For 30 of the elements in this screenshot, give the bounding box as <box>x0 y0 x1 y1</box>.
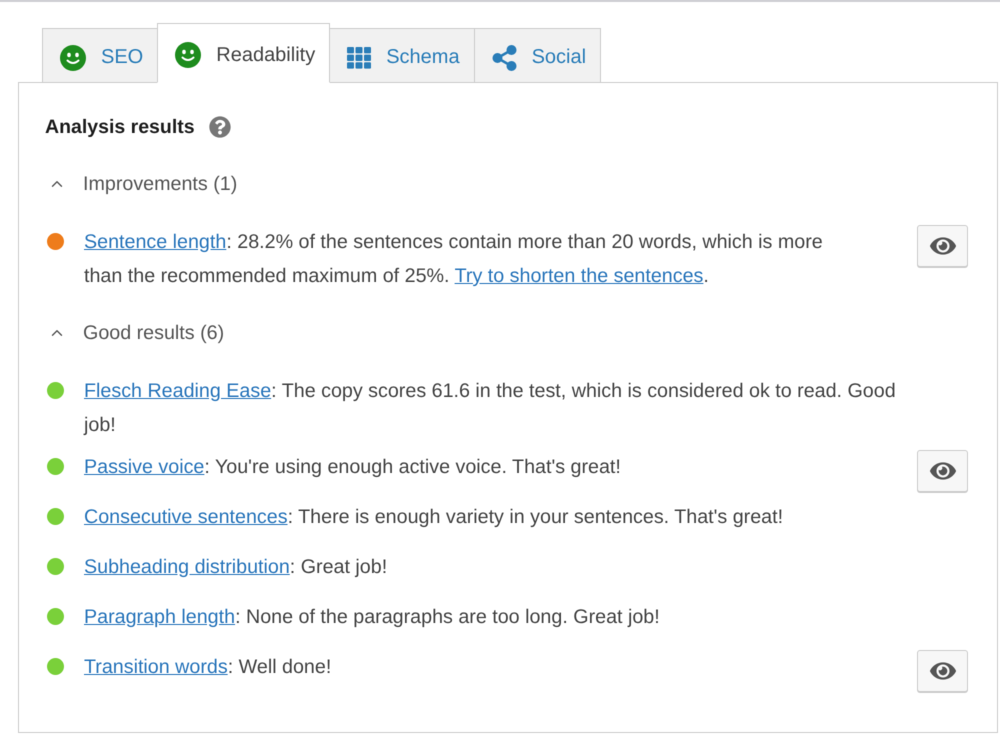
result-link[interactable]: Passive voice <box>84 456 204 478</box>
result-link[interactable]: Transition words <box>84 656 228 678</box>
tab[interactable]: Readability <box>157 23 330 83</box>
result-text: Sentence length: 28.2% of the sentences contain more than 20 words, which is more than the recommended maximum of 25%. Try to shorten the sentences. <box>84 230 824 289</box>
tab[interactable]: Schema <box>329 28 475 82</box>
eye-button[interactable] <box>917 225 968 267</box>
eye-button[interactable] <box>917 450 968 492</box>
result-link[interactable]: Sentence length <box>84 231 226 253</box>
section-toggle[interactable]: Good results (6) <box>45 316 228 350</box>
tab[interactable]: Social <box>474 28 602 82</box>
result-link[interactable]: Paragraph length <box>84 606 236 628</box>
result-text: Paragraph length: None of the paragraphs are too long. Great job! <box>84 605 660 630</box>
result-link[interactable]: Flesch Reading Ease <box>84 380 272 402</box>
result-text: Flesch Reading Ease: The copy scores 61.6 in the test, which is considered ok to read. Good job! <box>84 379 897 438</box>
smiley-icon <box>175 42 202 68</box>
result-text: Passive voice: You're using enough active voice. That's great! <box>84 455 621 480</box>
result-text: Consecutive sentences: There is enough variety in your sentences. That's great! <box>84 505 784 530</box>
panel-heading: Analysis results <box>45 115 195 140</box>
grid-icon <box>347 46 372 68</box>
help-icon[interactable] <box>208 116 231 138</box>
result-link[interactable]: Try to shorten the sentences <box>454 265 704 287</box>
result-link[interactable]: Consecutive sentences <box>84 506 288 528</box>
tab[interactable]: SEO <box>42 28 158 82</box>
smiley-icon <box>60 44 86 70</box>
result-text: Subheading distribution: Great job! <box>84 555 388 580</box>
section-toggle[interactable]: Improvements (1) <box>45 167 242 201</box>
result-link[interactable]: Subheading distribution <box>84 556 290 578</box>
result-text: Transition words: Well done! <box>84 655 332 680</box>
share-icon <box>492 44 517 70</box>
eye-button[interactable] <box>917 650 968 692</box>
